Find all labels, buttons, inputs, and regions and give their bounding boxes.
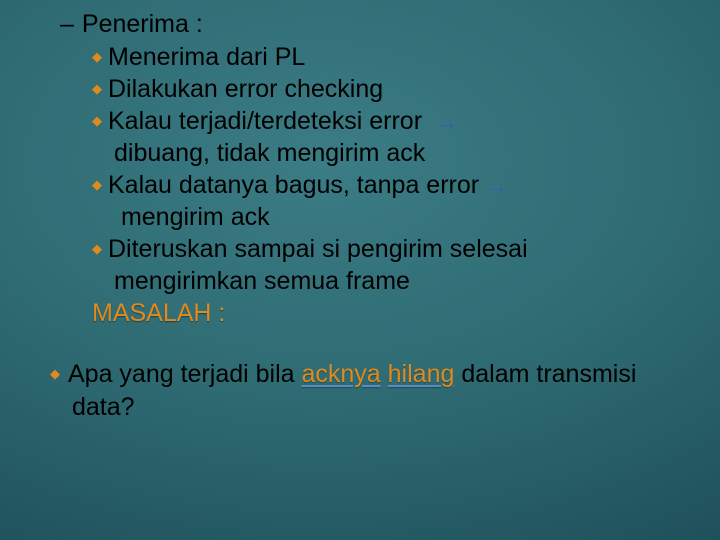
list-item: Menerima dari PL xyxy=(92,41,680,73)
diamond-icon: ◆ xyxy=(50,366,60,381)
bullet-text: Kalau datanya bagus, tanpa error xyxy=(108,171,479,199)
header-line: – Penerima : xyxy=(60,10,680,39)
q-highlight-1: acknya xyxy=(301,360,380,388)
arrow-right-icon: → xyxy=(436,109,458,134)
list-item: Dilakukan error checking xyxy=(92,73,680,105)
bullet-text: Menerima dari PL xyxy=(108,43,305,71)
list-item: Kalau terjadi/terdeteksi error → dibuang,… xyxy=(92,105,680,169)
bullet-text: Dilakukan error checking xyxy=(108,75,383,103)
bullet-text: Kalau terjadi/terdeteksi error xyxy=(108,107,422,135)
sub-bullet-list: Menerima dari PL Dilakukan error checkin… xyxy=(92,41,680,297)
arrow-right-icon: → xyxy=(486,173,508,198)
bullet-text: Diteruskan sampai si pengirim selesai xyxy=(108,235,528,263)
question-line: ◆Apa yang terjadi bila acknya hilang dal… xyxy=(44,358,680,423)
list-item: Diteruskan sampai si pengirim selesai men… xyxy=(92,233,680,297)
header-text: Penerima : xyxy=(82,10,203,39)
bullet-cont: mengirim ack xyxy=(121,203,270,231)
q-highlight-2: hilang xyxy=(388,360,455,388)
bullet-cont: mengirimkan semua frame xyxy=(114,267,410,295)
bullet-cont: dibuang, tidak mengirim ack xyxy=(114,139,425,167)
list-item: Kalau datanya bagus, tanpa error → mengi… xyxy=(92,169,680,233)
dash-icon: – xyxy=(60,10,74,39)
masalah-label: MASALAH : xyxy=(92,299,680,328)
q-pre: Apa yang terjadi bila xyxy=(68,360,301,388)
slide-root: – Penerima : Menerima dari PL Dilakukan … xyxy=(0,0,720,540)
